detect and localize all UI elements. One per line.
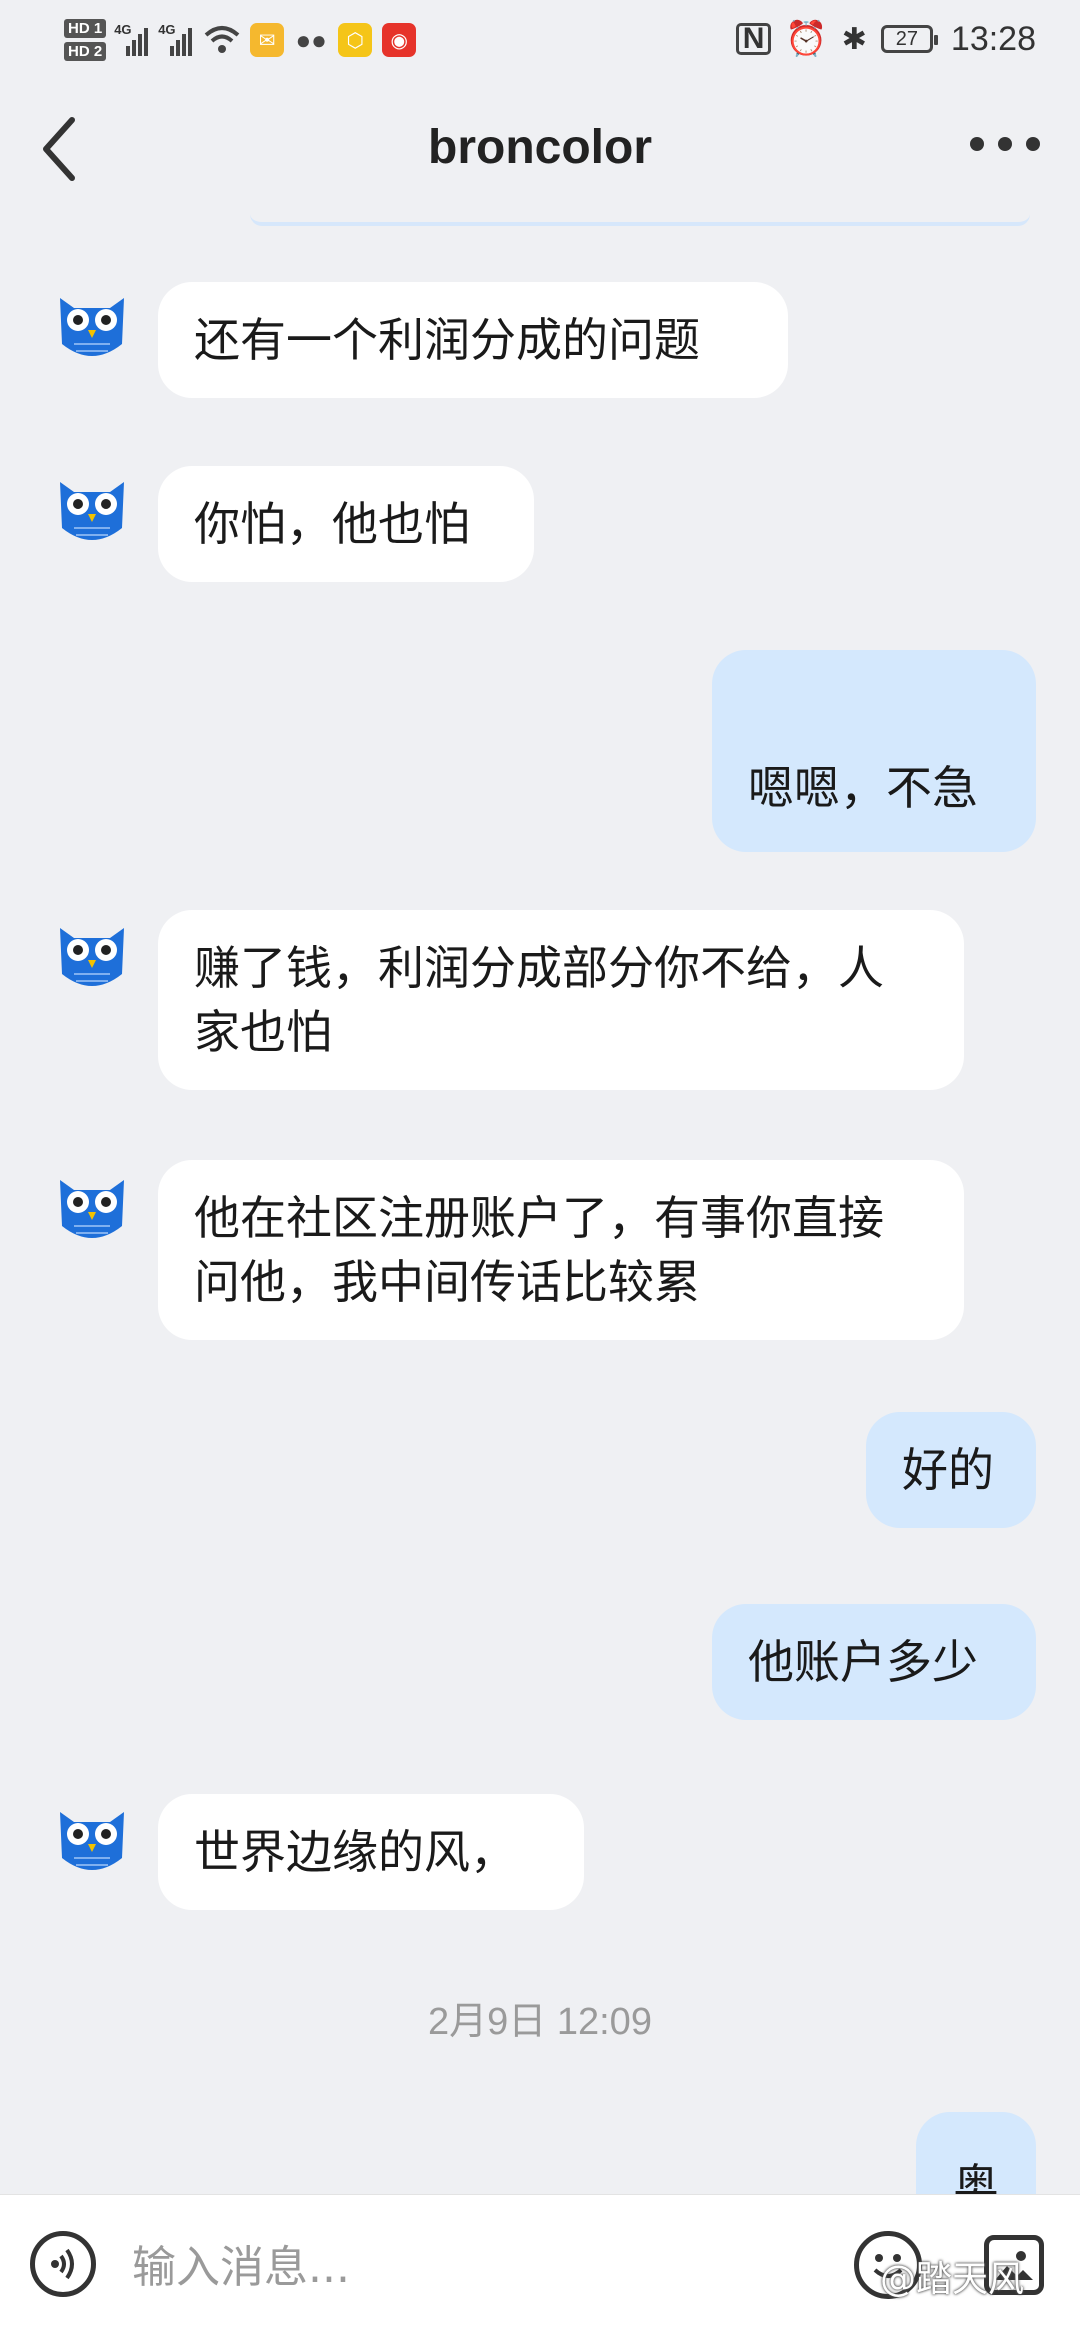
weibo-icon: ◉ [382,23,417,57]
status-left: HD 1 HD 2 4G 4G ✉ ●● ⬡ ◉ [64,10,417,70]
hd1-badge: HD 1 [64,19,107,38]
owl-avatar-icon[interactable] [50,914,134,998]
message-bubble[interactable]: 嗯嗯，不急 [712,650,1036,852]
previous-bubble-edge [250,214,1030,226]
clock: 13:28 [950,19,1036,58]
wechat-icon: ●● [295,24,327,55]
chat-header: broncolor [0,84,1080,214]
signal-icon-2: 4G [158,22,194,56]
hd-badges: HD 1 HD 2 [64,19,107,61]
more-options-icon[interactable] [970,124,1040,164]
owl-avatar-icon[interactable] [50,468,134,552]
chat-screen: HD 1 HD 2 4G 4G ✉ ●● ⬡ ◉ N ⏰ ✱ 27 13:28 … [0,0,1080,2340]
signal-icon: 4G [114,22,150,56]
message-bubble[interactable]: 你怕，他也怕 [158,466,534,582]
battery-icon: 27 [880,25,938,53]
network1-label: 4G [114,22,132,37]
status-right: N ⏰ ✱ 27 13:28 [735,14,1036,64]
alarm-icon: ⏰ [785,20,828,58]
message-timestamp: 2月9日 12:09 [428,2001,652,2043]
watermark: @踏天风 [880,2259,1025,2300]
owl-avatar-icon[interactable] [50,1798,134,1882]
message-bubble[interactable]: 世界边缘的风， [158,1794,584,1910]
voice-input-icon[interactable] [30,2231,96,2297]
app-notification-icon: ⬡ [338,23,373,57]
mail-app-icon: ✉ [250,23,285,57]
network2-label: 4G [158,22,176,37]
battery-level: 27 [895,27,919,50]
chat-title: broncolor [428,121,652,174]
hd2-badge: HD 2 [64,42,107,61]
status-bar: HD 1 HD 2 4G 4G ✉ ●● ⬡ ◉ N ⏰ ✱ 27 13:28 [0,0,1080,76]
owl-avatar-icon[interactable] [50,1166,134,1250]
message-input[interactable] [130,2231,834,2303]
message-bubble[interactable]: 好的 [866,1412,1036,1528]
message-bubble[interactable]: 他账户多少 [712,1604,1036,1720]
wifi-icon [204,26,240,53]
nfc-icon: N [735,23,772,55]
message-bubble[interactable]: 他在社区注册账户了，有事你直接问他，我中间传话比较累 [158,1160,964,1340]
owl-avatar-icon[interactable] [50,284,134,368]
bluetooth-icon: ✱ [841,22,867,56]
message-bubble[interactable]: 还有一个利润分成的问题 [158,282,788,398]
message-bubble[interactable]: 奥 [916,2112,1036,2194]
message-bubble[interactable]: 赚了钱，利润分成部分你不给，人家也怕 [158,910,964,1090]
